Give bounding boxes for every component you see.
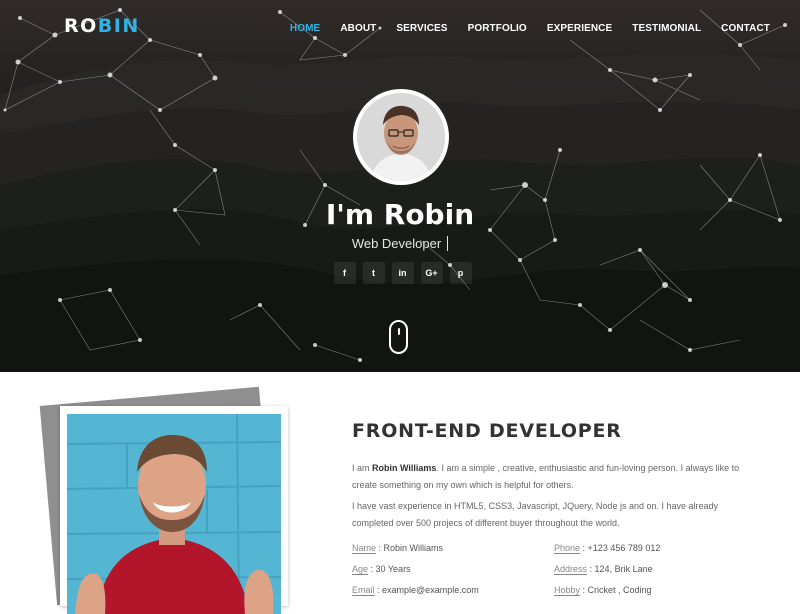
personal-info: Name : Robin Williams Phone : +123 456 7… bbox=[352, 540, 752, 599]
nav-about[interactable]: ABOUT bbox=[340, 23, 376, 34]
info-value: Cricket , Coding bbox=[587, 585, 652, 595]
logo-text-primary: RO bbox=[64, 15, 98, 37]
info-value: example@example.com bbox=[382, 585, 479, 595]
info-email: Email : example@example.com bbox=[352, 585, 479, 595]
info-phone: Phone : +123 456 789 012 bbox=[554, 543, 661, 553]
about-photo bbox=[67, 414, 281, 614]
facebook-icon[interactable]: f bbox=[333, 262, 356, 284]
avatar-image bbox=[357, 93, 445, 181]
nav-testimonial[interactable]: TESTIMONIAL bbox=[632, 23, 701, 34]
hero-title: I'm Robin bbox=[325, 198, 475, 231]
scroll-down-mouse-icon[interactable] bbox=[389, 320, 408, 354]
google-plus-icon[interactable]: G+ bbox=[420, 262, 443, 284]
info-value: 124, Brik Lane bbox=[594, 564, 653, 574]
about-title: FRONT-END DEVELOPER bbox=[352, 420, 622, 442]
about-experience: I have vast experience in HTML5, CSS3, J… bbox=[352, 501, 719, 528]
info-age: Age : 30 Years bbox=[352, 564, 411, 574]
profile-avatar bbox=[353, 89, 449, 185]
about-section: FRONT-END DEVELOPER I am Robin Williams.… bbox=[0, 372, 800, 614]
info-key: Address bbox=[554, 564, 588, 574]
info-hobby: Hobby : Cricket , Coding bbox=[554, 585, 652, 595]
intro-prefix: I am bbox=[352, 463, 373, 473]
twitter-icon[interactable]: t bbox=[362, 262, 385, 284]
mouse-wheel-icon bbox=[398, 328, 400, 335]
nav-portfolio[interactable]: PORTFOLIO bbox=[468, 23, 527, 34]
particle-network bbox=[3, 8, 787, 362]
nav-experience[interactable]: EXPERIENCE bbox=[547, 23, 612, 34]
pinterest-icon[interactable]: p bbox=[449, 262, 472, 284]
about-description: I am Robin Williams. I am a simple , cre… bbox=[352, 460, 752, 532]
info-address: Address : 124, Brik Lane bbox=[554, 564, 653, 574]
site-logo[interactable]: ROBIN bbox=[64, 15, 140, 37]
photo-frame bbox=[60, 406, 288, 614]
info-key: Hobby bbox=[554, 585, 581, 595]
social-links: f t in G+ p bbox=[330, 262, 475, 284]
about-photo-stack bbox=[39, 386, 288, 614]
info-value: Robin Williams bbox=[383, 543, 444, 553]
info-name: Name : Robin Williams bbox=[352, 543, 444, 553]
about-content: FRONT-END DEVELOPER I am Robin Williams.… bbox=[352, 420, 752, 599]
info-value: 30 Years bbox=[375, 564, 411, 574]
typing-cursor bbox=[447, 236, 449, 251]
info-key: Age bbox=[352, 564, 369, 574]
nav-services[interactable]: SERVICES bbox=[396, 23, 447, 34]
nav-contact[interactable]: CONTACT bbox=[721, 23, 770, 34]
hero-section: ROBIN HOME ABOUT SERVICES PORTFOLIO EXPE… bbox=[0, 0, 800, 372]
nav-home[interactable]: HOME bbox=[290, 23, 320, 34]
hero-subtitle-text: Web Developer bbox=[351, 236, 442, 251]
info-key: Name bbox=[352, 543, 377, 553]
info-key: Phone bbox=[554, 543, 581, 553]
hero-subtitle: Web Developer bbox=[0, 236, 800, 251]
main-nav: HOME ABOUT SERVICES PORTFOLIO EXPERIENCE… bbox=[270, 23, 770, 34]
linkedin-icon[interactable]: in bbox=[391, 262, 414, 284]
about-intro: I am Robin Williams. I am a simple , cre… bbox=[352, 460, 752, 494]
intro-name: Robin Williams bbox=[372, 463, 437, 473]
info-value: +123 456 789 012 bbox=[587, 543, 661, 553]
info-key: Email bbox=[352, 585, 375, 595]
logo-text-accent: BIN bbox=[97, 15, 140, 37]
